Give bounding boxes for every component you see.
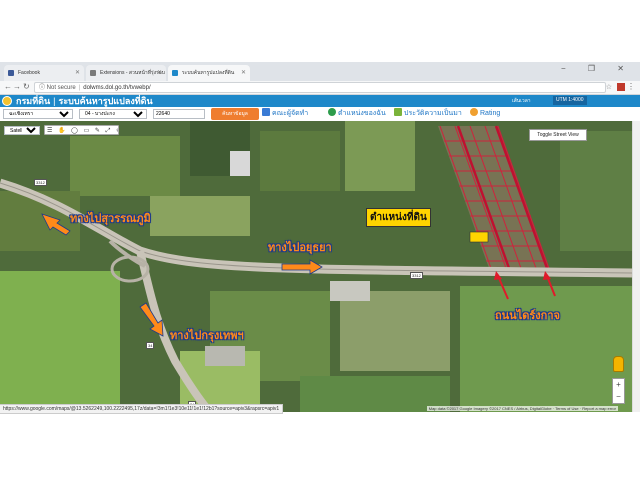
tab-title: ระบบค้นหารูปแปลงที่ดิน — [182, 70, 235, 76]
browser-menu-icon[interactable]: ⋮ — [627, 82, 635, 91]
tab-title: Facebook — [18, 70, 40, 76]
pegman-icon[interactable] — [613, 356, 624, 372]
link-my-location[interactable]: ตำแหน่งของฉัน — [328, 108, 386, 120]
extension-icon[interactable] — [617, 83, 625, 91]
tab-facebook[interactable]: Facebook ✕ — [4, 65, 84, 81]
browser-tab-strip: Facebook ✕ Extensions - สวนหน้าที่รุ่งรอ… — [0, 62, 640, 81]
link-team[interactable]: คณะผู้จัดทำ — [262, 108, 308, 120]
label-to-ayutthaya: ทางไปอยุธยา — [268, 242, 332, 254]
extensions-favicon-icon — [90, 70, 96, 76]
bookmark-star-icon[interactable]: ☆ — [606, 83, 612, 91]
site-title: กรมที่ดิน | ระบบค้นหารูปแปลงที่ดิน — [16, 96, 153, 106]
zoom-control[interactable]: + − — [612, 378, 625, 404]
link-rating[interactable]: Rating — [470, 108, 500, 120]
scale-badge: UTM 1:4000 — [553, 96, 587, 105]
label-to-bangkok: ทางไปกรุงเทพฯ — [170, 330, 244, 342]
toggle-street-view-button[interactable]: Toggle Street View — [529, 129, 587, 141]
window-controls[interactable]: − ❐ ✕ — [561, 64, 634, 73]
map-drawing-toolbar[interactable]: ☰ ✋ ◯ ▭ ✎ ⤢ ↺ ✕ — [44, 125, 119, 135]
location-icon — [328, 108, 336, 116]
road-badge: 34 — [146, 342, 155, 349]
dol-favicon-icon — [172, 70, 178, 76]
rating-icon — [470, 108, 478, 116]
tab-dol-map[interactable]: ระบบค้นหารูปแปลงที่ดิน ✕ — [168, 65, 250, 81]
status-url-bar: https://www.google.com/maps/@13.5262249,… — [0, 404, 284, 414]
address-bar: ← → ↻ ⓘ Not secure | dolwms.dol.go.th/tvwe… — [0, 81, 640, 95]
close-tab-icon[interactable]: ✕ — [157, 65, 162, 81]
facebook-favicon-icon — [8, 70, 14, 76]
back-icon[interactable]: ← — [4, 82, 12, 91]
history-icon — [394, 108, 402, 116]
close-tab-icon[interactable]: ✕ — [75, 65, 80, 81]
map-attribution: Map data ©2017 Google Imagery ©2017 CNES… — [426, 406, 618, 411]
label-road: ถนนไดร์งกาจ — [495, 310, 560, 322]
road-badge: 3312 — [34, 179, 47, 186]
zoom-out-button[interactable]: − — [613, 391, 624, 403]
tab-title: Extensions - สวนหน้าที่รุ่งรอบ — [100, 70, 165, 76]
site-header: กรมที่ดิน | ระบบค้นหารูปแปลงที่ดิน เส้นเวล… — [0, 95, 640, 107]
site-title-main: กรมที่ดิน — [16, 96, 51, 106]
forward-icon[interactable]: → — [13, 82, 21, 91]
satellite-map[interactable]: Satellite ☰ ✋ ◯ ▭ ✎ ⤢ ↺ ✕ Toggle Street … — [0, 121, 632, 412]
page-scrollbar[interactable] — [632, 121, 640, 412]
road-badge: 3312 — [410, 272, 423, 279]
tab-extensions[interactable]: Extensions - สวนหน้าที่รุ่งรอบ ✕ — [86, 65, 166, 81]
site-title-sub: ระบบค้นหารูปแปลงที่ดิน — [58, 96, 153, 106]
people-icon — [262, 108, 270, 116]
link-history[interactable]: ประวัติความเป็นมา — [394, 108, 462, 120]
province-select[interactable]: ฉะเชิงเทรา — [3, 109, 73, 119]
url-field[interactable]: ⓘ Not secure | dolwms.dol.go.th/tvwebp/ — [34, 82, 606, 93]
dol-logo — [2, 96, 12, 106]
info-icon: ⓘ — [39, 85, 47, 91]
zoom-in-button[interactable]: + — [613, 379, 624, 391]
land-number-input[interactable] — [153, 109, 205, 119]
search-button[interactable]: ค้นหาข้อมูล — [211, 108, 259, 120]
url-text: dolwms.dol.go.th/tvwebp/ — [83, 85, 151, 91]
search-toolbar: ฉะเชิงเทรา 04 - บางปะกง ค้นหาข้อมูล คณะผ… — [0, 107, 640, 122]
label-to-suvarnabhumi: ทางไปสุวรรณภูมิ — [70, 213, 151, 225]
map-type-select[interactable]: Satellite — [4, 126, 40, 135]
district-select[interactable]: 04 - บางปะกง — [79, 109, 147, 119]
close-tab-icon[interactable]: ✕ — [241, 65, 246, 81]
reload-icon[interactable]: ↻ — [23, 82, 30, 91]
map-imagery — [0, 121, 632, 412]
label-plot-location: ตำแหน่งที่ดิน — [366, 208, 431, 227]
security-label: Not secure — [46, 85, 76, 91]
coordinate-readout: เส้นเวลา — [512, 98, 531, 104]
